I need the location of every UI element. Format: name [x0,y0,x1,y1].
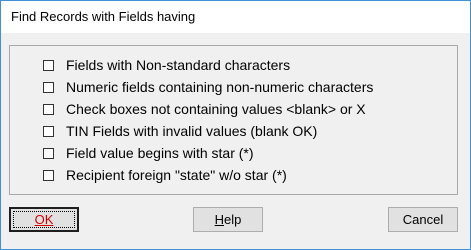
dialog-content: Fields with Non-standard characters Nume… [1,33,470,249]
ok-label: OK [34,212,54,227]
option-non-standard-characters[interactable]: Fields with Non-standard characters [43,55,290,75]
ok-button[interactable]: OK [9,207,79,232]
option-tin-invalid[interactable]: TIN Fields with invalid values (blank OK… [43,121,317,141]
checkbox[interactable] [43,59,54,71]
checkbox[interactable] [43,125,54,137]
option-label: TIN Fields with invalid values (blank OK… [66,123,318,139]
checkbox[interactable] [43,169,54,181]
option-label: Field value begins with star (*) [66,145,254,161]
checkbox[interactable] [43,147,54,159]
checkbox[interactable] [43,81,54,93]
title-bar[interactable]: Find Records with Fields having [1,1,470,33]
help-button[interactable]: Help [193,207,263,232]
option-label: Recipient foreign "state" w/o star (*) [66,167,287,183]
help-label-mnemonic: H [214,212,225,227]
option-foreign-state[interactable]: Recipient foreign "state" w/o star (*) [43,165,287,185]
help-label: Help [215,212,242,227]
cancel-label: Cancel [402,212,444,227]
option-label: Check boxes not containing values <blank… [66,101,366,117]
option-begins-with-star[interactable]: Field value begins with star (*) [43,143,254,163]
help-label-rest: elp [224,212,242,227]
checkbox[interactable] [43,103,54,115]
options-group: Fields with Non-standard characters Nume… [9,45,458,195]
option-label: Fields with Non-standard characters [66,57,291,73]
option-numeric-non-numeric[interactable]: Numeric fields containing non-numeric ch… [43,77,373,97]
cancel-button[interactable]: Cancel [388,207,458,232]
option-check-boxes-values[interactable]: Check boxes not containing values <blank… [43,99,366,119]
option-label: Numeric fields containing non-numeric ch… [66,79,374,95]
dialog-title: Find Records with Fields having [11,9,196,24]
find-records-dialog: Find Records with Fields having Fields w… [0,0,471,250]
